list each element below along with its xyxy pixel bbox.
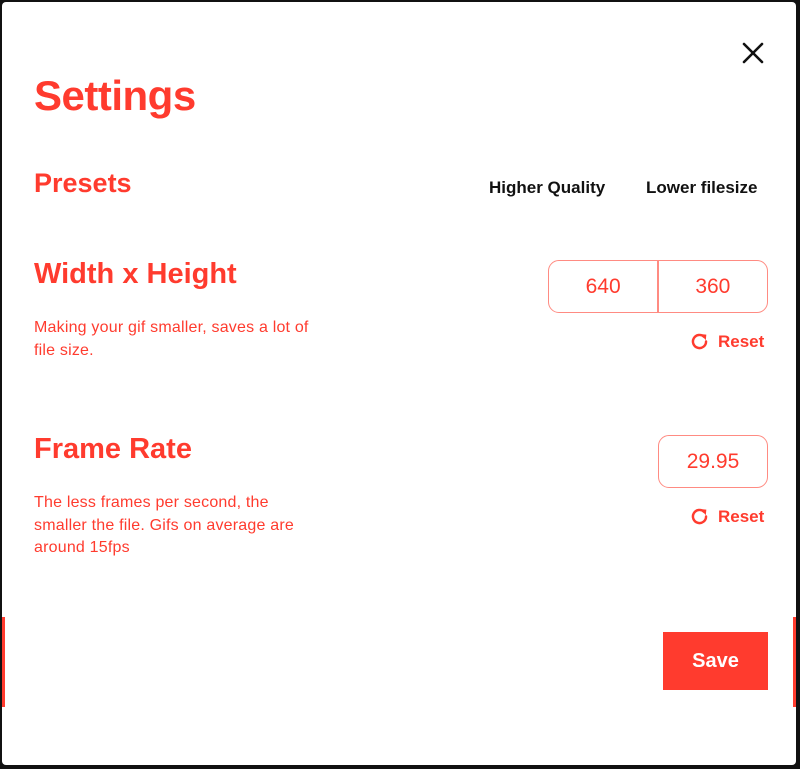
reset-icon xyxy=(691,508,708,525)
page-title: Settings xyxy=(34,72,196,119)
reset-label: Reset xyxy=(718,506,765,526)
settings-dialog: Settings Presets Higher Quality Lower fi… xyxy=(2,2,796,765)
backdrop-accent-left xyxy=(2,617,5,707)
dimensions-description: Making your gif smaller, saves a lot of … xyxy=(34,319,309,359)
height-input[interactable] xyxy=(658,261,767,312)
dimensions-title: Width x Height xyxy=(34,258,237,290)
dimensions-input-group xyxy=(548,260,768,313)
reset-label: Reset xyxy=(718,331,765,351)
close-icon[interactable] xyxy=(738,38,768,68)
frame-rate-description: The less frames per second, the smaller … xyxy=(34,494,294,556)
dimensions-reset-button[interactable]: Reset xyxy=(689,331,764,352)
width-input[interactable] xyxy=(549,261,658,312)
save-button[interactable]: Save xyxy=(663,632,768,690)
frame-rate-input[interactable] xyxy=(658,435,768,488)
frame-rate-title: Frame Rate xyxy=(34,433,192,465)
preset-higher-quality-button[interactable]: Higher Quality xyxy=(489,178,605,198)
reset-icon xyxy=(691,333,708,350)
backdrop-accent-right xyxy=(793,617,796,707)
presets-label: Presets xyxy=(34,168,132,198)
frame-rate-reset-button[interactable]: Reset xyxy=(689,506,764,527)
preset-lower-filesize-button[interactable]: Lower filesize xyxy=(646,178,757,198)
